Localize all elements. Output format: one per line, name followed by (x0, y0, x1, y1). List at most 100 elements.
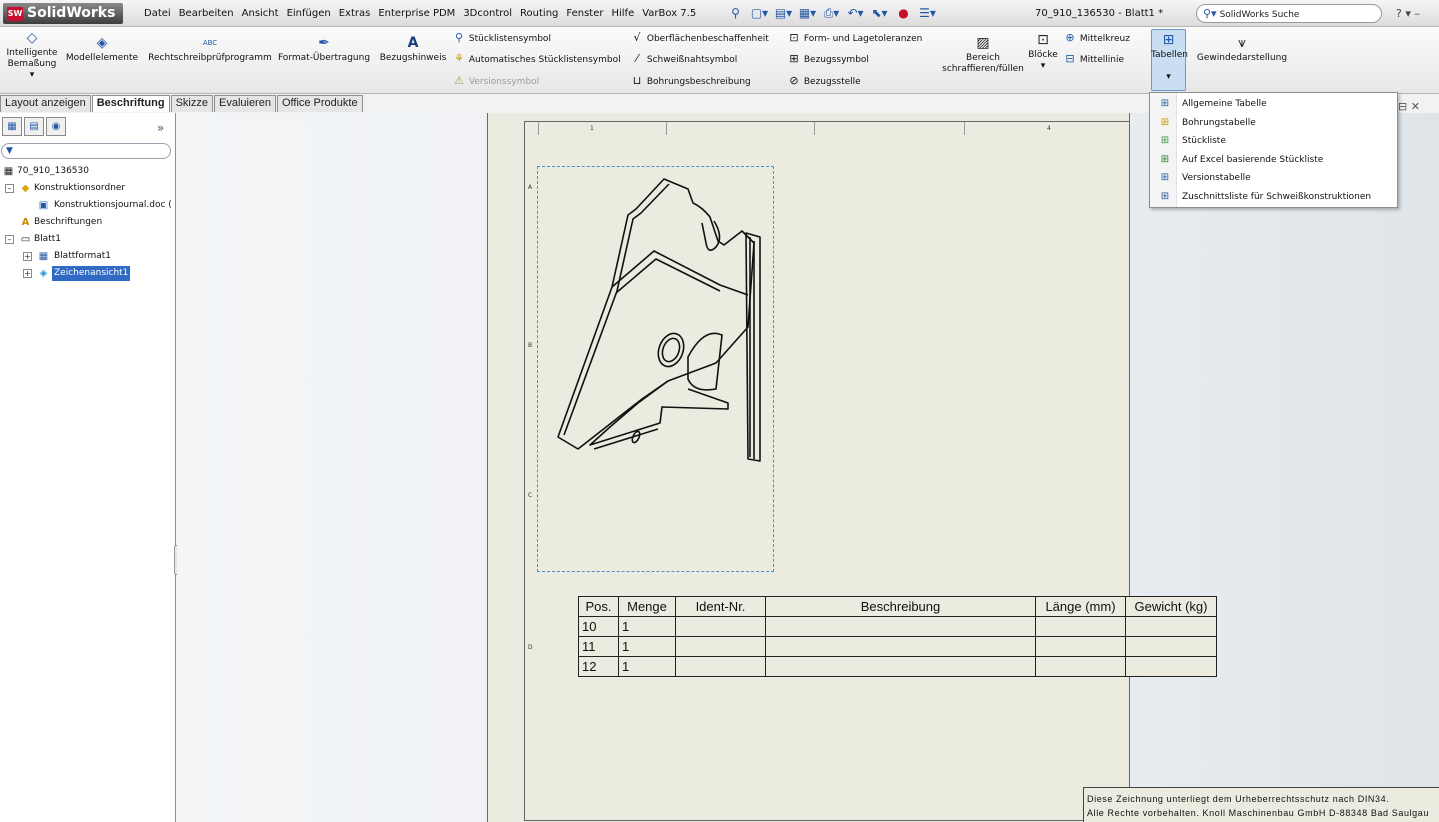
open-folder-icon[interactable]: ▤▾ (773, 4, 794, 23)
model-items-button[interactable]: ◈ Modellelemente (64, 35, 140, 64)
smart-dimension-button[interactable]: ◇ Intelligente Bemaßung ▾ (4, 30, 60, 81)
table-cell[interactable] (1125, 636, 1217, 657)
menu-item-excel-bom[interactable]: ⊞ Auf Excel basierende Stückliste (1150, 151, 1397, 170)
table-cell[interactable] (765, 636, 1036, 657)
blocks-button[interactable]: ⊡ Blöcke ▾ (1028, 32, 1058, 72)
menu-3dcontrol[interactable]: 3Dcontrol (459, 0, 516, 27)
cosmetic-thread-button[interactable]: ⩛ Gewindedarstellung (1196, 35, 1288, 64)
table-cell[interactable] (1125, 616, 1217, 637)
hatch-fill-button[interactable]: ▨ Bereich schraffieren/füllen (940, 35, 1026, 75)
property-manager-icon[interactable]: ▤ (24, 117, 44, 136)
column-header-laenge[interactable]: Länge (mm) (1035, 596, 1126, 617)
tab-evaluate[interactable]: Evaluieren (213, 95, 276, 112)
tab-layout[interactable]: Layout anzeigen (0, 95, 91, 112)
pin-icon[interactable]: ⚲ (725, 4, 746, 23)
expand-icon[interactable]: + (23, 252, 32, 261)
chevron-down-icon[interactable]: ▾ (30, 70, 35, 80)
surface-finish-button[interactable]: √ Oberflächenbeschaffenheit (630, 32, 768, 45)
hole-callout-button[interactable]: ⊔ Bohrungsbeschreibung (630, 75, 751, 88)
table-cell[interactable] (675, 636, 766, 657)
table-cell[interactable]: 1 (618, 616, 676, 637)
new-document-icon[interactable]: ▢▾ (749, 4, 770, 23)
drawing-view-boundary[interactable] (537, 166, 774, 572)
menu-extras[interactable]: Extras (335, 0, 375, 27)
auto-balloon-button[interactable]: ⚘ Automatisches Stücklistensymbol (452, 53, 621, 66)
menu-item-general-table[interactable]: ⊞ Allgemeine Tabelle (1150, 95, 1397, 114)
weld-symbol-button[interactable]: ⁄ Schweißnahtsymbol (630, 53, 737, 66)
tree-item-sheet-format[interactable]: + ▦ Blattformat1 (2, 248, 174, 265)
tree-item-drawing-view[interactable]: + ◈ Zeichenansicht1 (2, 265, 174, 282)
menu-fenster[interactable]: Fenster (562, 0, 607, 27)
menu-item-hole-table[interactable]: ⊞ Bohrungstabelle (1150, 114, 1397, 133)
menu-bearbeiten[interactable]: Bearbeiten (175, 0, 238, 27)
collapse-icon[interactable]: – (5, 184, 14, 193)
options-icon[interactable]: ☰▾ (917, 4, 938, 23)
center-mark-button[interactable]: ⊕ Mittelkreuz (1063, 32, 1130, 45)
table-cell[interactable] (1035, 616, 1126, 637)
table-row[interactable]: 12 1 (578, 656, 1217, 677)
save-icon[interactable]: ▦▾ (797, 4, 818, 23)
menu-hilfe[interactable]: Hilfe (607, 0, 638, 27)
menu-item-weldment-cut-list[interactable]: ⊞ Zuschnittsliste für Schweißkonstruktio… (1150, 188, 1397, 207)
table-cell[interactable]: 1 (618, 656, 676, 677)
tree-item-journal[interactable]: ▣ Konstruktionsjournal.doc ( (2, 197, 174, 214)
menu-einfuegen[interactable]: Einfügen (283, 0, 335, 27)
column-header-beschreibung[interactable]: Beschreibung (765, 596, 1036, 617)
spell-checker-button[interactable]: ABC Rechtschreibprüfprogramm (145, 35, 275, 64)
table-row[interactable]: 10 1 (578, 616, 1217, 637)
table-cell[interactable]: 10 (578, 616, 619, 637)
column-header-pos[interactable]: Pos. (578, 596, 619, 617)
tables-chevron-down-icon[interactable]: ▾ (1166, 72, 1171, 82)
table-cell[interactable] (1035, 636, 1126, 657)
feature-tree-icon[interactable]: ▦ (2, 117, 22, 136)
datum-target-button[interactable]: ⊘ Bezugsstelle (787, 75, 860, 88)
menu-item-bom[interactable]: ⊞ Stückliste (1150, 132, 1397, 151)
datum-feature-button[interactable]: ⊞ Bezugssymbol (787, 53, 869, 66)
document-window-controls[interactable]: ⊟ ✕ (1398, 100, 1420, 113)
geometric-tolerance-button[interactable]: ⊡ Form- und Lagetoleranzen (787, 32, 922, 45)
graphics-area[interactable]: 1 4 A B C D Diese Zeichnung unterliegt d… (177, 113, 1439, 822)
table-cell[interactable]: 11 (578, 636, 619, 657)
select-arrow-icon[interactable]: ⬉▾ (869, 4, 890, 23)
configuration-manager-icon[interactable]: ◉ (46, 117, 66, 136)
column-header-gewicht[interactable]: Gewicht (kg) (1125, 596, 1217, 617)
menu-item-revision-table[interactable]: ⊞ Versionstabelle (1150, 169, 1397, 188)
column-header-menge[interactable]: Menge (618, 596, 676, 617)
column-header-ident[interactable]: Ident-Nr. (675, 596, 766, 617)
menu-datei[interactable]: Datei (140, 0, 175, 27)
search-input[interactable]: ⚲▾ SolidWorks Suche (1196, 4, 1382, 23)
tree-item-annotations[interactable]: A Beschriftungen (2, 214, 174, 231)
table-cell[interactable] (765, 616, 1036, 637)
traffic-light-icon[interactable]: ● (893, 4, 914, 23)
menu-varbox[interactable]: VarBox 7.5 (638, 0, 700, 27)
menu-routing[interactable]: Routing (516, 0, 562, 27)
table-row[interactable]: 11 1 (578, 636, 1217, 657)
collapse-icon[interactable]: – (5, 235, 14, 244)
filter-input[interactable]: ▼ (1, 143, 171, 159)
table-cell[interactable] (1125, 656, 1217, 677)
table-cell[interactable] (765, 656, 1036, 677)
table-cell[interactable]: 12 (578, 656, 619, 677)
centerline-button[interactable]: ⊟ Mittellinie (1063, 53, 1124, 66)
tab-sketch[interactable]: Skizze (170, 95, 213, 112)
menu-enterprise-pdm[interactable]: Enterprise PDM (374, 0, 459, 27)
table-cell[interactable] (675, 656, 766, 677)
table-cell[interactable] (1035, 656, 1126, 677)
bill-of-materials-table[interactable]: Pos. Menge Ident-Nr. Beschreibung Länge … (578, 596, 1217, 677)
solidworks-logo[interactable]: SW SolidWorks (3, 3, 123, 24)
note-button[interactable]: A Bezugshinweis (378, 35, 448, 64)
tree-item-design-binder[interactable]: – ◆ Konstruktionsordner (2, 180, 174, 197)
table-cell[interactable]: 1 (618, 636, 676, 657)
table-cell[interactable] (675, 616, 766, 637)
tab-annotation[interactable]: Beschriftung (91, 95, 170, 112)
menu-ansicht[interactable]: Ansicht (238, 0, 283, 27)
tab-office-products[interactable]: Office Produkte (276, 95, 363, 112)
expand-icon[interactable]: + (23, 269, 32, 278)
tree-item-sheet[interactable]: – ▭ Blatt1 (2, 231, 174, 248)
tables-button[interactable]: ⊞ Tabellen ▾ (1151, 32, 1188, 83)
window-controls[interactable]: ? ▾ – (1396, 0, 1420, 27)
print-icon[interactable]: ⎙▾ (821, 4, 842, 23)
blocks-chevron-down-icon[interactable]: ▾ (1041, 61, 1046, 71)
format-painter-button[interactable]: ✒ Format-Übertragung (276, 35, 372, 64)
balloon-button[interactable]: ⚲ Stücklistensymbol (452, 32, 551, 45)
